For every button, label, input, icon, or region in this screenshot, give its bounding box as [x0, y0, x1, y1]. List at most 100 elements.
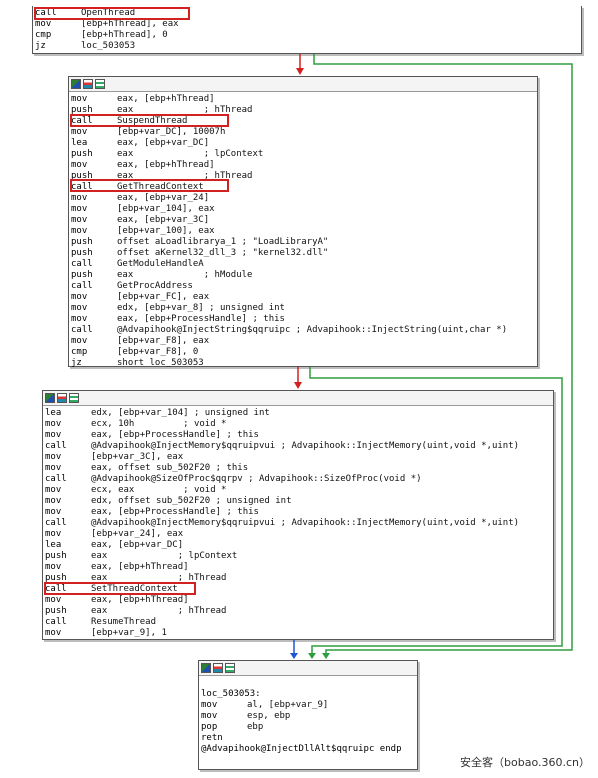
chart-icon[interactable] — [57, 393, 67, 403]
instruction-line[interactable]: jz short loc_503053 — [71, 358, 537, 369]
mnemonic: mov — [45, 496, 62, 506]
instruction-line[interactable]: mov eax, [ebp+hThread] — [45, 562, 553, 573]
chart-icon[interactable] — [83, 79, 93, 89]
instruction-line[interactable]: call ResumeThread — [45, 617, 553, 628]
instruction-line[interactable]: mov [ebp+var_3C], eax — [45, 452, 553, 463]
instruction-line[interactable]: mov [ebp+var_9], 1 — [45, 628, 553, 639]
instruction-line[interactable]: mov [ebp+var_FC], eax — [71, 292, 537, 303]
instruction-line[interactable]: lea edx, [ebp+var_104] ; unsigned int — [45, 408, 553, 419]
instruction-line[interactable]: push offset aKernel32_dll_3 ; "kernel32.d… — [71, 248, 537, 259]
chart-icon[interactable] — [213, 663, 223, 673]
operands: offset aLoadlibrarya_1 ; "LoadLibraryA" — [117, 237, 329, 247]
instruction-line[interactable]: mov eax, [ebp+hThread] — [71, 94, 537, 105]
mnemonic: mov — [71, 94, 88, 104]
operands: eax, [ebp+hThread] — [117, 94, 215, 104]
code-block-suspend[interactable]: mov eax, [ebp+hThread] push eax ; hThread ca… — [68, 76, 538, 369]
mnemonic: mov — [45, 507, 62, 517]
operands: eax, [ebp+var_24] — [117, 193, 210, 203]
mnemonic: mov — [71, 336, 88, 346]
instruction-line[interactable]: mov edx, offset sub_502F20 ; unsigned int — [45, 496, 553, 507]
arrow-head-5 — [290, 653, 298, 659]
instruction-line[interactable]: push eax ; hModule — [71, 270, 537, 281]
instruction-line[interactable]: cmp [ebp+var_F8], 0 — [71, 347, 537, 358]
code-block-inject[interactable]: lea edx, [ebp+var_104] ; unsigned int mov e… — [42, 390, 554, 640]
operands: eax, [ebp+var_3C] — [117, 215, 210, 225]
operands: GetProcAddress — [117, 281, 193, 291]
graph-view-icon[interactable] — [71, 79, 81, 89]
mnemonic: mov — [71, 193, 88, 203]
instruction-line[interactable]: push eax ; lpContext — [45, 551, 553, 562]
code-block-top[interactable]: call OpenThread mov [ebp+hThread], eax cmp [e… — [32, 6, 582, 54]
instruction-line[interactable]: push eax ; hThread — [45, 606, 553, 617]
watermark: 安全客（bobao.360.cn） — [458, 754, 592, 770]
instruction-line[interactable]: call @Advapihook@SizeOfProc$qqrpv ; Advap… — [45, 474, 553, 485]
instruction-line[interactable]: pop ebp — [201, 722, 417, 733]
operands: [ebp+var_FC], eax — [117, 292, 210, 302]
instruction-line[interactable]: @Advapihook@InjectDllAlt$qqruipc endp — [201, 744, 417, 755]
instruction-list: mov eax, [ebp+hThread] push eax ; hThread ca… — [69, 92, 537, 369]
instruction-line[interactable]: push eax ; lpContext — [71, 149, 537, 160]
instruction-line[interactable]: call @Advapihook@InjectMemory$qqruipvui ;… — [45, 518, 553, 529]
instruction-line[interactable]: mov al, [ebp+var_9] — [201, 700, 417, 711]
instruction-line[interactable]: mov eax, [ebp+hThread] — [71, 160, 537, 171]
instruction-line[interactable]: mov [ebp+hThread], eax — [35, 19, 581, 30]
instruction-line[interactable]: mov eax, [ebp+ProcessHandle] ; this — [71, 314, 537, 325]
instruction-line[interactable]: mov eax, [ebp+hThread] — [45, 595, 553, 606]
mnemonic: push — [71, 248, 93, 258]
arrow-head-3 — [294, 382, 302, 389]
instruction-line[interactable]: mov eax, offset sub_502F20 ; this — [45, 463, 553, 474]
graph-view-icon[interactable] — [45, 393, 55, 403]
mnemonic: mov — [35, 19, 52, 29]
instruction-list: loc_503053: mov al, [ebp+var_9] mov esp, ebp… — [199, 676, 417, 755]
instruction-line[interactable]: lea eax, [ebp+var_DC] — [71, 138, 537, 149]
instruction-line[interactable]: mov esp, ebp — [201, 711, 417, 722]
instruction-line[interactable]: mov ecx, eax ; void * — [45, 485, 553, 496]
instruction-line[interactable]: lea eax, [ebp+var_DC] — [45, 540, 553, 551]
text-view-icon[interactable] — [225, 663, 235, 673]
operands: edx, offset sub_502F20 ; unsigned int — [91, 496, 292, 506]
operands: esp, ebp — [247, 711, 291, 721]
code-block-exit[interactable]: loc_503053: mov al, [ebp+var_9] mov esp, ebp… — [198, 660, 418, 770]
operands: edx, [ebp+var_8] ; unsigned int — [117, 303, 285, 313]
mnemonic: mov — [45, 529, 62, 539]
instruction-line[interactable]: mov [ebp+var_100], eax — [71, 226, 537, 237]
operands: [ebp+var_DC], 10007h — [117, 127, 226, 137]
instruction-line[interactable]: retn — [201, 733, 417, 744]
mnemonic: call — [71, 325, 93, 335]
instruction-line[interactable]: mov [ebp+var_DC], 10007h — [71, 127, 537, 138]
operands: [ebp+var_104], eax — [117, 204, 215, 214]
instruction-line[interactable]: call GetModuleHandleA — [71, 259, 537, 270]
operands: eax, [ebp+var_DC] — [91, 540, 184, 550]
mnemonic: call — [45, 441, 67, 451]
text-view-icon[interactable] — [95, 79, 105, 89]
operands: [ebp+hThread], eax — [81, 19, 179, 29]
instruction-line[interactable]: mov edx, [ebp+var_8] ; unsigned int — [71, 303, 537, 314]
instruction-line[interactable]: push offset aLoadlibrarya_1 ; "LoadLibrar… — [71, 237, 537, 248]
instruction-line[interactable]: call @Advapihook@InjectMemory$qqruipvui ;… — [45, 441, 553, 452]
operands: eax, [ebp+ProcessHandle] ; this — [117, 314, 285, 324]
instruction-line[interactable]: mov eax, [ebp+ProcessHandle] ; this — [45, 507, 553, 518]
instruction-line[interactable] — [201, 678, 417, 689]
instruction-line[interactable]: mov ecx, 10h ; void * — [45, 419, 553, 430]
highlight-setthreadcontext — [44, 582, 196, 595]
instruction-line[interactable]: mov eax, [ebp+var_3C] — [71, 215, 537, 226]
instruction-line[interactable]: jz loc_503053 — [35, 41, 581, 52]
mnemonic: mov — [201, 711, 218, 721]
mnemonic: mov — [45, 595, 62, 605]
instruction-line[interactable]: mov [ebp+var_24], eax — [45, 529, 553, 540]
graph-view-icon[interactable] — [201, 663, 211, 673]
operands: eax, [ebp+hThread] — [117, 160, 215, 170]
instruction-line[interactable]: cmp [ebp+hThread], 0 — [35, 30, 581, 41]
instruction-line[interactable]: call @Advapihook@InjectString$qqruipc ; A… — [71, 325, 537, 336]
instruction-line[interactable]: mov eax, [ebp+var_24] — [71, 193, 537, 204]
instruction-line[interactable]: call GetProcAddress — [71, 281, 537, 292]
instruction-line[interactable]: mov eax, [ebp+ProcessHandle] ; this — [45, 430, 553, 441]
text-view-icon[interactable] — [69, 393, 79, 403]
instruction-line[interactable]: mov [ebp+var_104], eax — [71, 204, 537, 215]
instruction-line[interactable]: mov [ebp+var_F8], eax — [71, 336, 537, 347]
mnemonic: push — [71, 149, 93, 159]
instruction-line[interactable]: loc_503053: — [201, 689, 417, 700]
mnemonic: jz — [71, 358, 82, 368]
mnemonic: call — [71, 259, 93, 269]
mnemonic: mov — [45, 452, 62, 462]
